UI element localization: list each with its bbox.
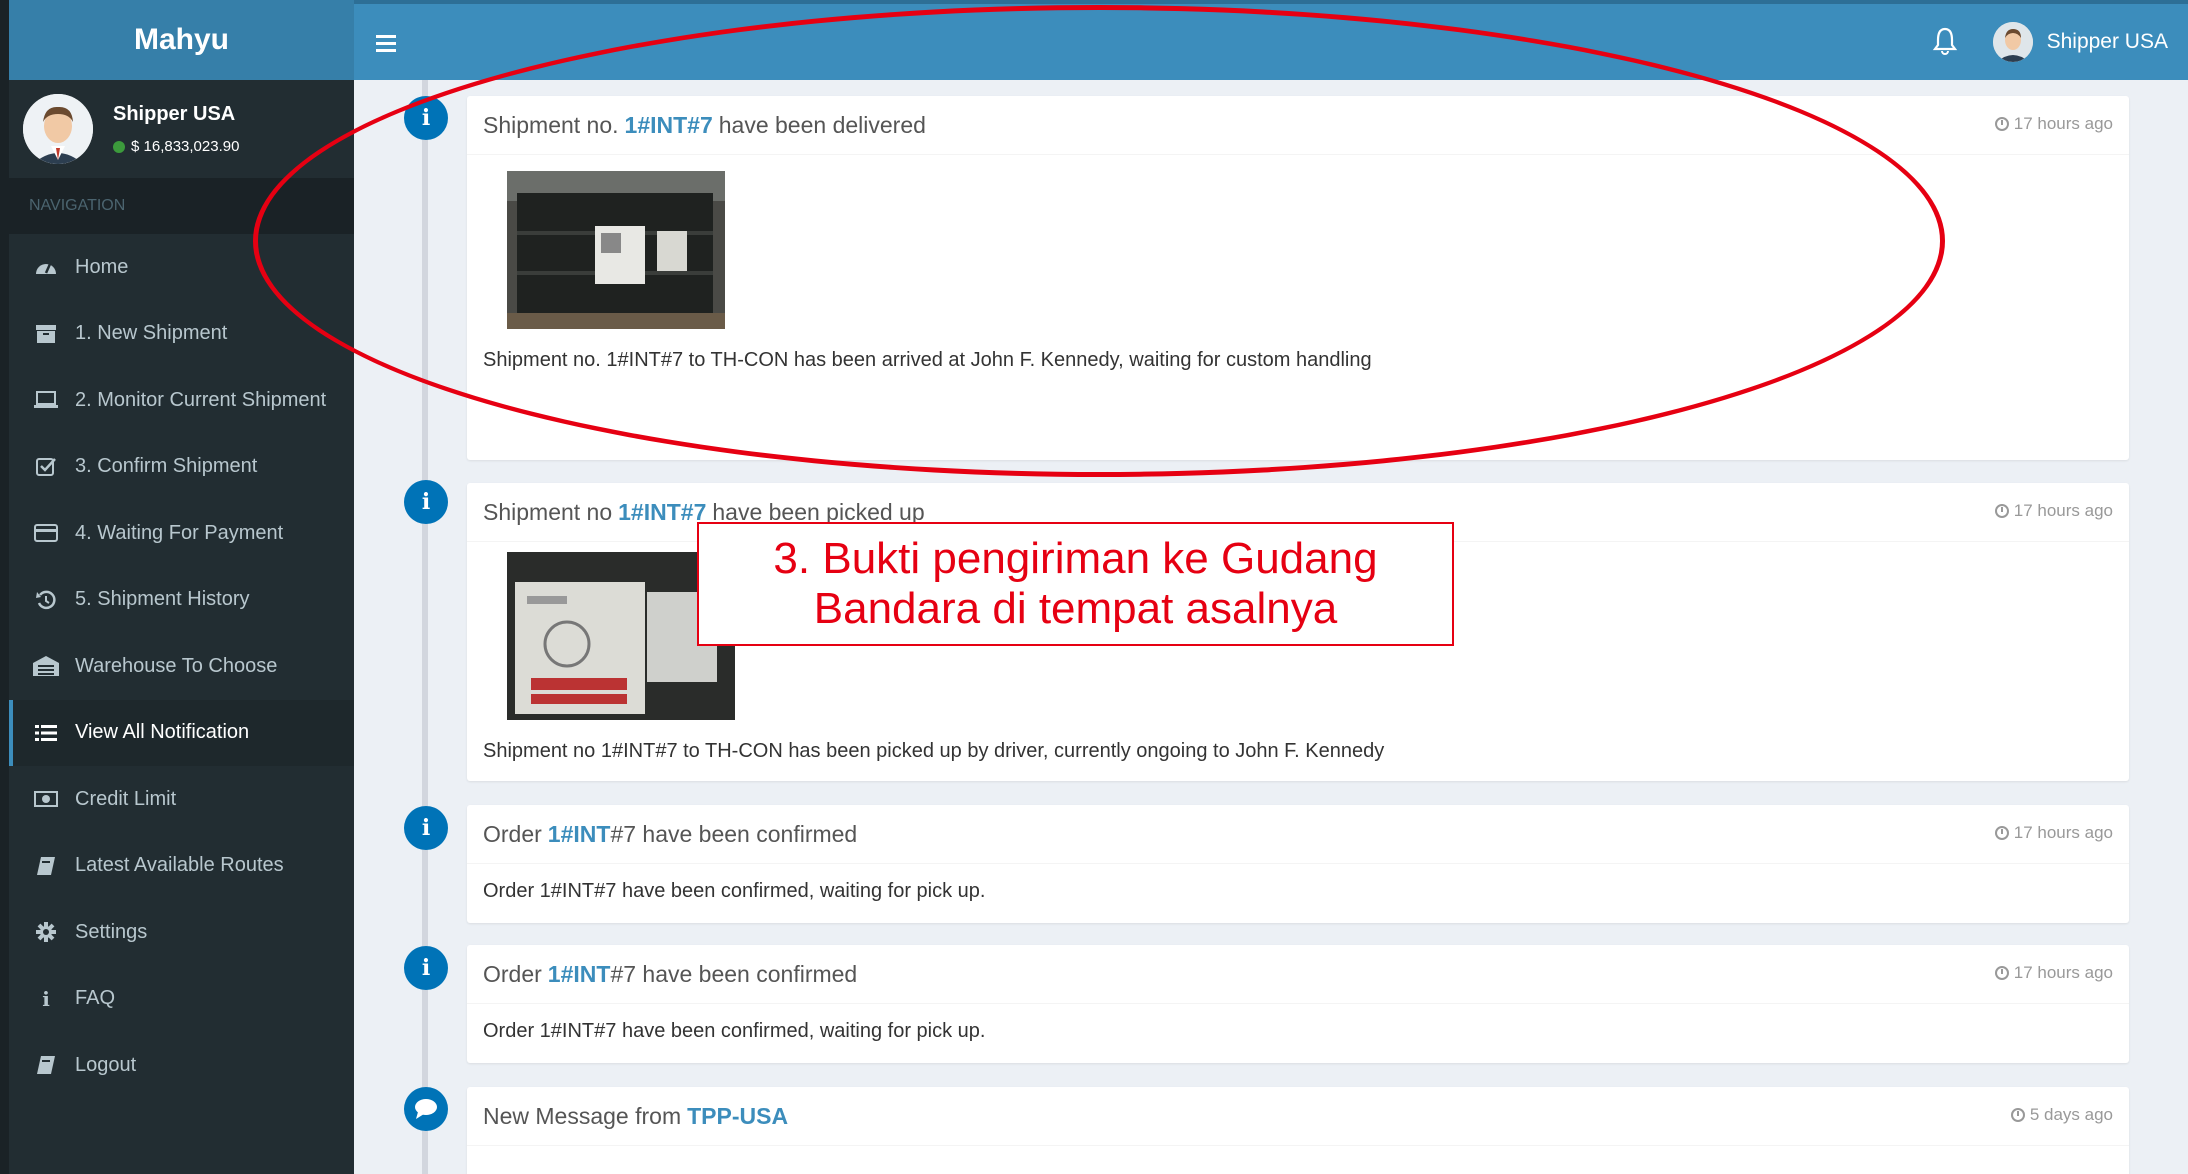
nav-item-settings[interactable]: Settings	[9, 899, 354, 966]
timeline-line	[422, 80, 428, 1174]
clock-icon	[1994, 117, 2009, 131]
info-icon: i	[404, 480, 448, 524]
book-icon	[33, 856, 59, 876]
user-balance: $ 16,833,023.90	[131, 138, 240, 155]
order-link[interactable]: 1#INT	[548, 821, 611, 848]
nav-item-logout[interactable]: Logout	[9, 1032, 354, 1099]
header-user-name: Shipper USA	[2046, 30, 2168, 53]
timeline-item: Order 1#INT #7 have been confirmed 17 ho…	[467, 805, 2129, 923]
clock-icon	[1994, 504, 2009, 518]
history-icon	[33, 590, 59, 610]
delivery-photo[interactable]	[507, 171, 725, 329]
timeline-item: Shipment no. 1#INT#7 have been delivered…	[467, 96, 2129, 460]
item-title-prefix: Order	[483, 820, 542, 847]
nav-item-shipment-history[interactable]: 5. Shipment History	[9, 567, 354, 634]
nav-item-new-shipment[interactable]: 1. New Shipment	[9, 301, 354, 368]
money-icon	[33, 790, 59, 808]
user-name: Shipper USA	[113, 103, 236, 125]
user-panel: Shipper USA $ 16,833,023.90	[9, 80, 354, 178]
item-body: Order 1#INT#7 have been confirmed, waiti…	[483, 1020, 986, 1042]
timeline-item: New Message from TPP-USA 5 days ago	[467, 1087, 2129, 1174]
item-time: 5 days ago	[2029, 1105, 2113, 1124]
annotation-callout: 3. Bukti pengiriman ke Gudang Bandara di…	[697, 522, 1454, 646]
warehouse-icon	[33, 656, 59, 677]
item-body: Shipment no 1#INT#7 to TH-CON has been p…	[483, 740, 1385, 762]
sender-link[interactable]: TPP-USA	[687, 1103, 788, 1130]
item-title-prefix: Shipment no	[483, 498, 613, 525]
shipment-link[interactable]: 1#INT#7	[618, 499, 706, 526]
book-icon	[33, 1055, 59, 1075]
user-avatar	[23, 94, 93, 164]
info-icon: i	[42, 986, 50, 1011]
item-title-suffix: #7 have been confirmed	[610, 960, 858, 987]
item-body: Shipment no. 1#INT#7 to TH-CON has been …	[483, 349, 1372, 371]
item-body: Order 1#INT#7 have been confirmed, waiti…	[483, 880, 986, 902]
nav-item-warehouse[interactable]: Warehouse To Choose	[9, 633, 354, 700]
nav-item-faq[interactable]: i FAQ	[9, 966, 354, 1033]
nav-item-waiting-payment[interactable]: 4. Waiting For Payment	[9, 500, 354, 567]
clock-icon	[2010, 1108, 2025, 1122]
nav-item-credit-limit[interactable]: Credit Limit	[9, 766, 354, 833]
info-icon: i	[404, 946, 448, 990]
item-time: 17 hours ago	[2013, 823, 2113, 842]
item-title-suffix: have been delivered	[718, 111, 926, 138]
brand-logo[interactable]: Mahyu	[9, 0, 354, 80]
item-title-prefix: Shipment no.	[483, 111, 619, 138]
gear-icon	[33, 922, 59, 943]
nav-item-confirm-shipment[interactable]: 3. Confirm Shipment	[9, 434, 354, 501]
chat-bubble-icon	[404, 1087, 448, 1131]
top-navbar: Shipper USA	[354, 0, 2188, 80]
sidebar: Mahyu Shipper USA $ 16,833,023.90 NAVIGA…	[0, 0, 354, 1174]
nav-item-latest-routes[interactable]: Latest Available Routes	[9, 833, 354, 900]
check-square-icon	[33, 457, 59, 477]
info-icon: i	[404, 96, 448, 140]
item-time: 17 hours ago	[2013, 501, 2113, 520]
timeline-item: Order 1#INT #7 have been confirmed 17 ho…	[467, 945, 2129, 1063]
sidebar-toggle-icon[interactable]	[376, 28, 400, 60]
list-icon	[33, 724, 59, 742]
info-icon: i	[404, 806, 448, 850]
annotation-line-1: 3. Bukti pengiriman ke Gudang	[773, 534, 1378, 583]
order-link[interactable]: 1#INT	[548, 961, 611, 988]
header-avatar	[1992, 22, 2033, 62]
laptop-icon	[33, 391, 59, 409]
nav-item-monitor-shipment[interactable]: 2. Monitor Current Shipment	[9, 367, 354, 434]
online-status-icon	[113, 140, 125, 153]
nav-item-home[interactable]: Home	[9, 234, 354, 301]
nav-item-view-all-notification[interactable]: View All Notification	[9, 699, 354, 766]
item-title-suffix: #7 have been confirmed	[610, 820, 858, 847]
dashboard-icon	[33, 258, 59, 276]
nav-header: NAVIGATION	[9, 178, 354, 234]
item-time: 17 hours ago	[2013, 963, 2113, 982]
item-title-prefix: New Message from	[483, 1102, 682, 1129]
shipment-link[interactable]: 1#INT#7	[625, 112, 713, 139]
item-title-prefix: Order	[483, 960, 542, 987]
bell-icon[interactable]	[1932, 26, 1958, 56]
clock-icon	[1994, 966, 2009, 980]
item-time: 17 hours ago	[2013, 114, 2113, 133]
archive-icon	[33, 324, 59, 343]
credit-card-icon	[33, 524, 59, 543]
annotation-line-2: Bandara di tempat asalnya	[813, 584, 1338, 633]
clock-icon	[1994, 826, 2009, 840]
user-menu[interactable]: Shipper USA	[1992, 22, 2168, 62]
